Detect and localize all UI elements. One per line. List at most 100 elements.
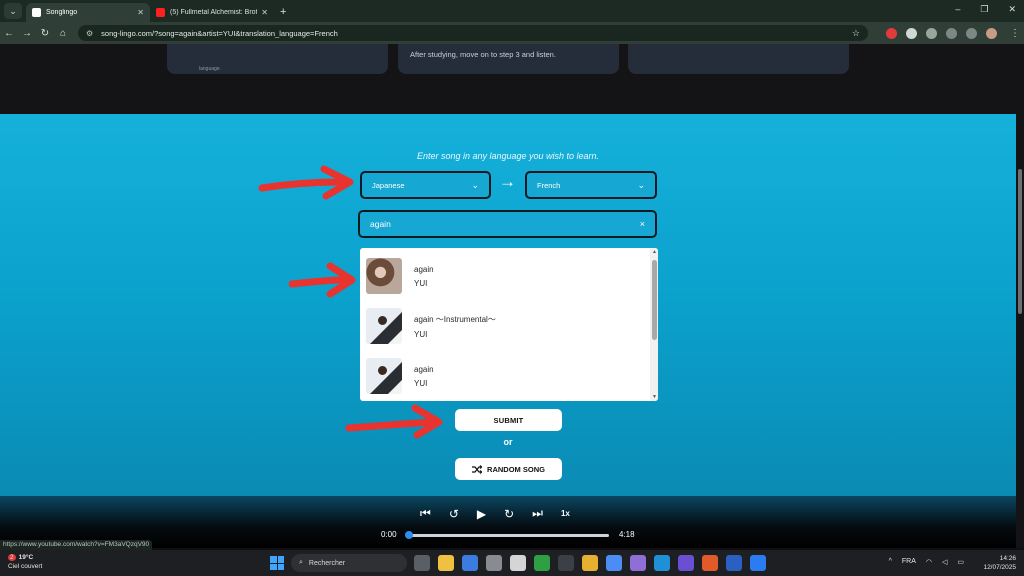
system-tray: ^ FRA ◠ ◁ ▭: [889, 558, 964, 566]
home-icon[interactable]: ⌂: [54, 28, 72, 39]
source-language-select[interactable]: Japanese ⌄: [360, 171, 491, 199]
target-language-value: French: [537, 180, 561, 190]
new-tab-button[interactable]: +: [280, 6, 286, 18]
taskbar-search[interactable]: ⌕ Rechercher: [291, 554, 407, 572]
close-tab-icon[interactable]: ✕: [261, 8, 268, 17]
profile-avatar[interactable]: [986, 27, 997, 39]
player-controls: ⏮ ↺ ▶ ↻ ⏭ 1x: [420, 506, 570, 521]
extension-icons: ⋮: [886, 27, 1024, 39]
clock[interactable]: 14:26 12/07/2025: [983, 554, 1016, 572]
target-language-select[interactable]: French ⌄: [525, 171, 657, 199]
annotation-arrow-icon: [345, 404, 443, 439]
windows-taskbar: 2 19°C Ciel couvert ⌕ Rechercher ^ FRA ◠…: [0, 550, 1024, 576]
tab-title: (5) Fullmetal Alchemist: Brothe: [170, 9, 258, 16]
scroll-down-icon[interactable]: ▼: [652, 394, 657, 400]
random-song-button[interactable]: RANDOM SONG: [455, 458, 562, 480]
step-card-2: After studying, move on to step 3 and li…: [398, 44, 619, 74]
messenger-icon[interactable]: [750, 555, 766, 571]
tab-youtube[interactable]: (5) Fullmetal Alchemist: Brothe ✕: [150, 3, 274, 22]
bookmark-star-icon[interactable]: ☆: [852, 28, 860, 39]
puzzle-icon[interactable]: [926, 27, 937, 39]
song-search-input[interactable]: again ×: [358, 210, 657, 238]
wifi-icon[interactable]: ◠: [926, 558, 932, 566]
browser-tab-bar: ⌄ Songlingo ✕ (5) Fullmetal Alchemist: B…: [0, 0, 1024, 22]
tab-title: Songlingo: [46, 9, 78, 16]
minimize-icon[interactable]: –: [955, 4, 960, 15]
forward-5-icon[interactable]: ↻: [504, 507, 514, 521]
tagline: Enter song in any language you wish to l…: [416, 151, 600, 161]
word-icon[interactable]: [726, 555, 742, 571]
play-icon[interactable]: ▶: [477, 507, 486, 521]
windows-start-icon[interactable]: [270, 556, 284, 570]
clock-time: 14:26: [999, 555, 1016, 562]
result-item[interactable]: again YUI: [360, 352, 650, 400]
search-query-text: again: [370, 219, 391, 229]
close-tab-icon[interactable]: ✕: [137, 8, 144, 17]
close-window-icon[interactable]: ✕: [1008, 4, 1016, 15]
firefox-icon[interactable]: [702, 555, 718, 571]
result-artist: YUI: [414, 378, 428, 388]
clear-icon[interactable]: ×: [640, 219, 645, 229]
page-content: language. After studying, move on to ste…: [0, 44, 1016, 548]
page-scrollbar-thumb[interactable]: [1018, 169, 1022, 314]
song-search-section: Enter song in any language you wish to l…: [0, 114, 1016, 504]
taskbar-search-placeholder: Rechercher: [308, 559, 346, 567]
progress-slider[interactable]: [405, 531, 609, 539]
weather-widget[interactable]: 2 19°C Ciel couvert: [8, 553, 42, 571]
menu-dots-icon[interactable]: ⋮: [1006, 28, 1024, 39]
results-scrollbar[interactable]: ▲ ▼: [650, 248, 658, 401]
tab-search-icon[interactable]: ⌄: [4, 3, 22, 19]
album-art-thumbnail: [366, 258, 402, 294]
app-icon[interactable]: [558, 555, 574, 571]
card-text-fragment: language.: [199, 66, 221, 72]
skip-next-icon[interactable]: ⏭: [532, 506, 543, 521]
audio-player: ⏮ ↺ ▶ ↻ ⏭ 1x 0:00 4:18: [0, 496, 1016, 548]
scroll-up-icon[interactable]: ▲: [652, 249, 657, 255]
result-item[interactable]: again YUI: [360, 252, 650, 300]
search-icon: ⌕: [299, 559, 303, 566]
back-icon[interactable]: ←: [0, 28, 18, 39]
forward-icon[interactable]: →: [18, 28, 36, 39]
skip-previous-icon[interactable]: ⏮: [420, 506, 431, 521]
result-artist: YUI: [414, 329, 428, 339]
submit-button[interactable]: SUBMIT: [455, 409, 562, 431]
maximize-icon[interactable]: ❐: [980, 4, 988, 15]
chrome-icon[interactable]: [606, 555, 622, 571]
app-icon[interactable]: [654, 555, 670, 571]
site-info-icon[interactable]: ⚙: [86, 29, 93, 38]
scrollbar-thumb[interactable]: [652, 260, 657, 340]
playback-speed-button[interactable]: 1x: [561, 509, 570, 518]
task-view-icon[interactable]: [414, 555, 430, 571]
result-item[interactable]: again ～Instrumental～ YUI: [360, 302, 650, 350]
status-url-tooltip: https://www.youtube.com/watch?v=FM3aVQzq…: [0, 540, 153, 550]
app-icon[interactable]: [462, 555, 478, 571]
extension-icon[interactable]: [886, 27, 897, 39]
app-icon[interactable]: [678, 555, 694, 571]
app-icon[interactable]: [630, 555, 646, 571]
language-indicator[interactable]: FRA: [902, 558, 916, 566]
volume-icon[interactable]: ◁: [942, 558, 947, 566]
file-explorer-icon[interactable]: [438, 555, 454, 571]
media-icon[interactable]: [966, 27, 977, 39]
or-separator: or: [503, 437, 513, 447]
app-icon[interactable]: [486, 555, 502, 571]
result-artist: YUI: [414, 278, 428, 288]
app-icon[interactable]: [510, 555, 526, 571]
youtube-favicon-icon: [156, 8, 165, 17]
xbox-icon[interactable]: [534, 555, 550, 571]
weather-description: Ciel couvert: [8, 563, 43, 570]
address-bar[interactable]: ⚙ song-lingo.com/?song=again&artist=YUI&…: [78, 25, 868, 41]
clock-date: 12/07/2025: [983, 564, 1016, 571]
page-scrollbar[interactable]: [1016, 44, 1024, 548]
chevron-up-icon[interactable]: ^: [889, 558, 892, 566]
reload-icon[interactable]: ↻: [36, 28, 54, 39]
battery-icon[interactable]: ▭: [957, 558, 964, 566]
tab-songlingo[interactable]: Songlingo ✕: [26, 3, 150, 22]
rewind-5-icon[interactable]: ↺: [449, 507, 459, 521]
extension-icon[interactable]: [906, 27, 917, 39]
download-icon[interactable]: [946, 27, 957, 39]
app-icon[interactable]: [582, 555, 598, 571]
source-language-value: Japanese: [372, 180, 405, 190]
weather-temperature: 19°C: [18, 554, 34, 561]
progress-knob[interactable]: [405, 531, 413, 539]
